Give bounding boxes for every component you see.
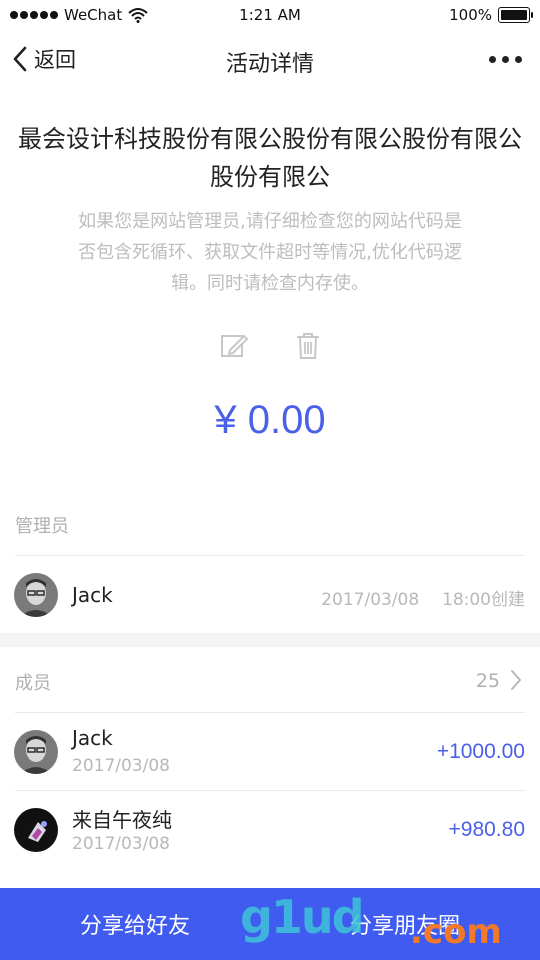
battery-percent: 100% [449, 6, 492, 24]
member-count[interactable]: 25 [476, 670, 500, 692]
activity-actions [0, 330, 540, 362]
admin-section-label: 管理员 [15, 516, 69, 537]
divider [15, 712, 525, 713]
member-name: Jack [72, 726, 113, 750]
chevron-right-icon[interactable] [508, 668, 524, 692]
nav-bar: 返回 活动详情 [0, 38, 540, 82]
admin-name: Jack [72, 583, 113, 607]
admin-created: 2017/03/08 18:00创建 [321, 585, 525, 610]
status-bar: WeChat 1:21 AM 100% [0, 0, 540, 30]
member-amount: +980.80 [448, 818, 526, 841]
list-item[interactable]: Jack 2017/03/08 +1000.00 [0, 722, 540, 782]
admin-row[interactable]: Jack 2017/03/08 18:00创建 [0, 565, 540, 625]
member-name: 来自午夜纯 [72, 808, 172, 832]
watermark-suffix: .com [410, 912, 502, 952]
page-title: 活动详情 [225, 52, 314, 77]
share-friends-button[interactable]: 分享给好友 [0, 888, 270, 960]
status-right: 100% [449, 6, 533, 24]
activity-amount: ¥ 0.00 [214, 398, 326, 442]
admin-date: 2017/03/08 [321, 590, 420, 610]
member-amount: +1000.00 [436, 740, 525, 763]
member-date: 2017/03/08 [72, 834, 170, 854]
divider [15, 790, 525, 791]
list-item[interactable]: 来自午夜纯 2017/03/08 +980.80 [0, 800, 540, 860]
activity-description: 如果您是网站管理员,请仔细检查您的网站代码是否包含死循环、获取文件超时等情况,优… [78, 211, 462, 294]
watermark: g1ud [240, 890, 365, 944]
battery-icon [498, 7, 533, 23]
avatar [14, 730, 58, 774]
admin-created-time: 18:00创建 [442, 590, 525, 610]
more-icon[interactable] [489, 56, 522, 63]
members-section-label: 成员 [15, 673, 51, 694]
avatar [14, 808, 58, 852]
trash-icon[interactable] [292, 330, 324, 362]
avatar [14, 573, 58, 617]
member-date: 2017/03/08 [72, 756, 170, 776]
edit-icon[interactable] [218, 330, 250, 362]
company-name: 最会设计科技股份有限公股份有限公股份有限公股份有限公 [18, 125, 522, 191]
divider [15, 555, 525, 556]
section-spacer [0, 633, 540, 647]
